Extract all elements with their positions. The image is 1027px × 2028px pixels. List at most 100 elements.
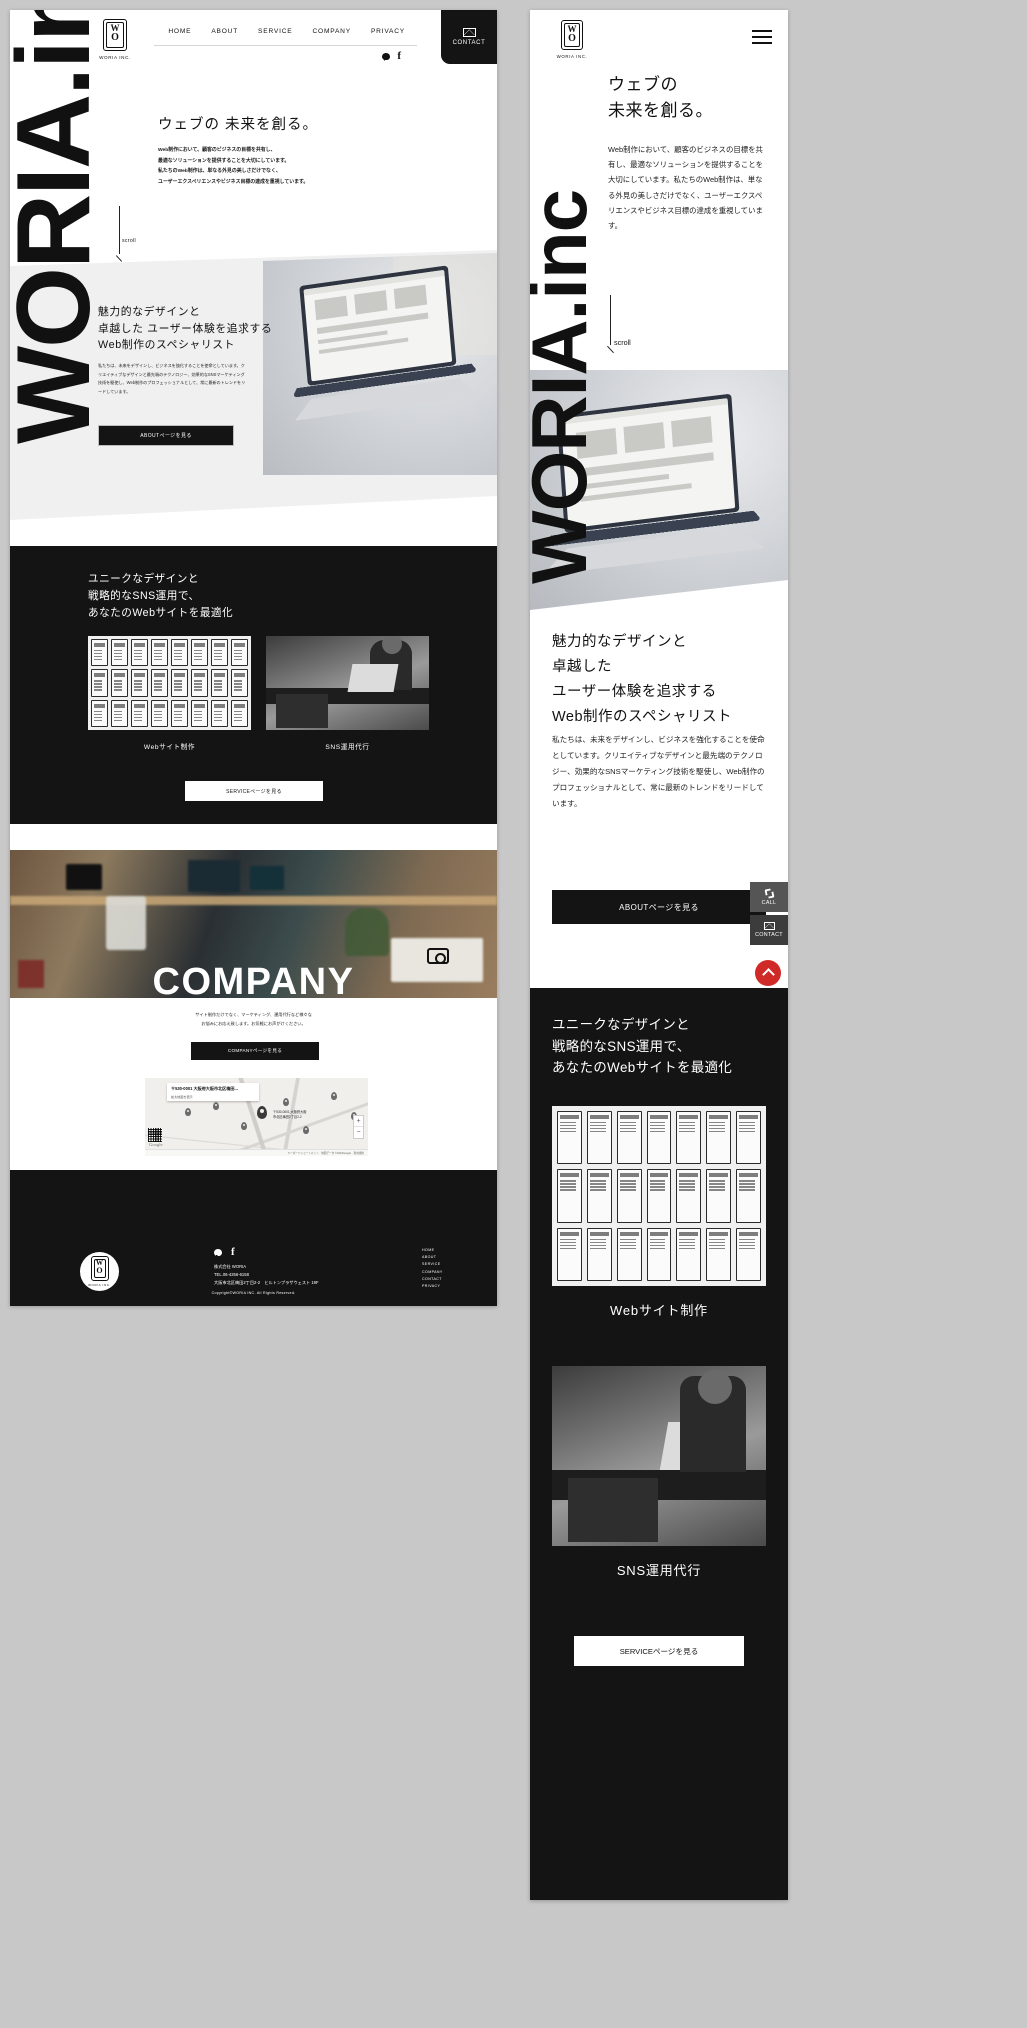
map-pin[interactable]	[185, 1108, 191, 1116]
footer-nav-item-privacy[interactable]: PRIVACY	[422, 1284, 443, 1288]
laptop-illustration	[285, 262, 482, 438]
screenshot-stage: WORIA.inc W O WORIA INC. HOME ABOUT SERV…	[0, 0, 1027, 2028]
screen-block	[393, 284, 428, 310]
laptop-screen	[303, 269, 453, 382]
mobile-laptop-illustration	[539, 391, 766, 593]
footer-nav-item-home[interactable]: HOME	[422, 1248, 443, 1252]
mobile-about-heading: 魅力的なデザインと 卓越した ユーザー体験を追求する Web制作のスペシャリスト	[552, 630, 732, 730]
mobile-header: W O WORIA INC.	[530, 10, 788, 66]
footer-tel[interactable]: TEL.06-4256-6158	[214, 1271, 319, 1279]
footer-copyright: Copyright©WORIA INC. All Rights Reserved…	[211, 1291, 296, 1295]
map-pin[interactable]	[303, 1126, 309, 1134]
mobile-contact-label: CONTACT	[755, 932, 783, 938]
nav-item-privacy[interactable]: PRIVACY	[371, 28, 405, 35]
facebook-icon[interactable]: f	[231, 1247, 235, 1258]
map-pin-primary[interactable]	[257, 1106, 267, 1119]
about-heading: 魅力的なデザインと 卓越した ユーザー体験を追求する Web制作のスペシャリスト	[98, 304, 272, 354]
map-pin[interactable]	[241, 1122, 247, 1130]
map-zoom-in-button[interactable]: +	[354, 1116, 363, 1127]
mobile-about-body: 私たちは、未来をデザインし、ビジネスを強化することを使命としています。クリエイテ…	[552, 735, 765, 808]
site-logo[interactable]: W O WORIA INC.	[96, 19, 134, 60]
service-card[interactable]: Webサイト制作	[88, 636, 251, 751]
mobile-call-button[interactable]: CALL	[750, 882, 788, 912]
service-section: ユニークなデザインと 戦略的なSNS運用で、 あなたのWebサイトを最適化 We…	[10, 546, 497, 824]
laptop-screen	[560, 398, 736, 529]
footer-logo-mark-icon: W O	[90, 1256, 109, 1281]
footer-address: 大阪市北区梅田2丁目2-2 ヒルトンプラザウェスト 19F	[214, 1279, 319, 1285]
map-pin[interactable]	[213, 1102, 219, 1110]
footer-nav-item-service[interactable]: SERVICE	[422, 1262, 443, 1266]
company-section-title: COMPANY	[152, 961, 355, 998]
company-cta-button[interactable]: COMPANYページを見る	[191, 1042, 319, 1060]
hero-body-line: Web制作において、顧客のビジネスの目標を共有し、	[158, 148, 276, 153]
laptop-lid	[556, 393, 740, 533]
about-heading-line: 魅力的なデザインと	[98, 306, 201, 318]
map-info-card[interactable]: 〒530-0001 大阪府大阪市北区梅田... 拡大地図を表示	[167, 1083, 259, 1101]
service-card-caption: Webサイト制作	[143, 744, 196, 751]
footer-company-info: 株式会社 WORIA TEL.06-4256-6158 大阪市北区梅田2丁目2-…	[214, 1263, 319, 1287]
mobile-about-cta-button[interactable]: ABOUTページを見る	[552, 890, 766, 924]
nav-item-company[interactable]: COMPANY	[312, 28, 350, 35]
map-pin-label-line: 市北区梅田2丁目2-2	[273, 1114, 302, 1119]
logo-caption: WORIA INC.	[99, 55, 131, 60]
logo-mark-icon: W O	[561, 20, 583, 50]
map-card-subtitle[interactable]: 拡大地図を表示	[171, 1094, 255, 1099]
map-zoom-out-button[interactable]: −	[354, 1127, 363, 1138]
footer-logo[interactable]: W O WORIA INC.	[80, 1252, 119, 1291]
mobile-service-card-caption: SNS運用代行	[616, 1563, 702, 1578]
about-body: 私たちは、未来をデザインし、ビジネスを強化することを使命としています。クリエイテ…	[98, 363, 246, 394]
nav-item-home[interactable]: HOME	[168, 28, 191, 35]
map-pin[interactable]	[331, 1092, 337, 1100]
mobile-hero-body: Web制作において、顧客のビジネスの目標を共有し、最適なソリューションを提供する…	[608, 145, 764, 230]
hero-body-line: 最適なソリューションを提供することを大切にしています。	[158, 158, 290, 164]
mobile-service-card[interactable]: Webサイト制作	[552, 1106, 766, 1319]
header-social-links: f	[382, 51, 401, 62]
location-map[interactable]: 〒530-0001 大阪府大阪市北区梅田... 拡大地図を表示 〒530-000…	[145, 1078, 368, 1156]
logo-letter-o: O	[568, 33, 576, 44]
nav-item-about[interactable]: ABOUT	[211, 28, 238, 35]
footer-company-name: 株式会社 WORIA	[214, 1264, 247, 1269]
hero-body-line: ユーザーエクスペリエンスやビジネス目標の達成を重視しています。	[158, 179, 309, 185]
about-cta-button[interactable]: ABOUTページを見る	[98, 425, 234, 446]
wireframe-grid	[557, 1111, 761, 1281]
mobile-scroll-top-button[interactable]	[755, 960, 781, 986]
mobile-service-card[interactable]: SNS運用代行	[552, 1366, 766, 1579]
service-heading-line: ユニークなデザインと	[88, 573, 199, 585]
contact-button-label: CONTACT	[452, 40, 486, 46]
footer-nav-item-contact[interactable]: CONTACT	[422, 1277, 443, 1281]
mobile-logo[interactable]: W O WORIA INC.	[552, 20, 592, 59]
mobile-hero-title-line: 未来を創る。	[608, 101, 713, 121]
contact-button[interactable]: CONTACT	[441, 10, 497, 64]
scroll-indicator-line	[119, 206, 120, 254]
company-hero-image: COMPANY	[10, 850, 497, 998]
footer-nav-item-about[interactable]: ABOUT	[422, 1255, 443, 1259]
nav-item-service[interactable]: SERVICE	[258, 28, 292, 35]
mobile-hero-title-line: ウェブの	[608, 75, 678, 94]
mobile-service-cta-button[interactable]: SERVICEページを見る	[574, 1636, 744, 1666]
line-icon[interactable]	[214, 1248, 222, 1257]
mail-icon	[462, 28, 476, 37]
mobile-service-heading: ユニークなデザインと 戦略的なSNS運用で、 あなたのWebサイトを最適化	[552, 1014, 732, 1079]
footer-nav-item-company[interactable]: COMPANY	[422, 1270, 443, 1274]
hamburger-menu-icon[interactable]	[752, 30, 772, 48]
map-zoom-controls[interactable]: + −	[353, 1115, 364, 1139]
service-card-image	[88, 636, 251, 730]
logo-mark-icon: W O	[103, 19, 127, 51]
site-header: W O WORIA INC. HOME ABOUT SERVICE COMPAN…	[80, 10, 497, 72]
scroll-label: scroll	[122, 238, 136, 244]
main-nav: HOME ABOUT SERVICE COMPANY PRIVACY	[168, 28, 405, 35]
map-pin[interactable]	[283, 1098, 289, 1106]
mobile-service-card-image	[552, 1366, 766, 1546]
footer-logo-caption: WORIA INC.	[88, 1283, 111, 1287]
service-cta-button[interactable]: SERVICEページを見る	[185, 781, 323, 801]
mail-icon	[763, 922, 775, 930]
mobile-service-heading-line: あなたのWebサイトを最適化	[552, 1060, 733, 1076]
mobile-hero-image	[530, 370, 788, 610]
facebook-icon[interactable]: f	[397, 51, 401, 62]
mobile-contact-button[interactable]: CONTACT	[750, 915, 788, 945]
line-icon[interactable]	[382, 52, 391, 61]
about-heading-line: 卓越した ユーザー体験を追求する	[98, 322, 273, 335]
service-card[interactable]: SNS運用代行	[266, 636, 429, 751]
footer-nav: HOME ABOUT SERVICE COMPANY CONTACT PRIVA…	[422, 1248, 443, 1288]
mobile-call-label: CALL	[761, 899, 777, 906]
